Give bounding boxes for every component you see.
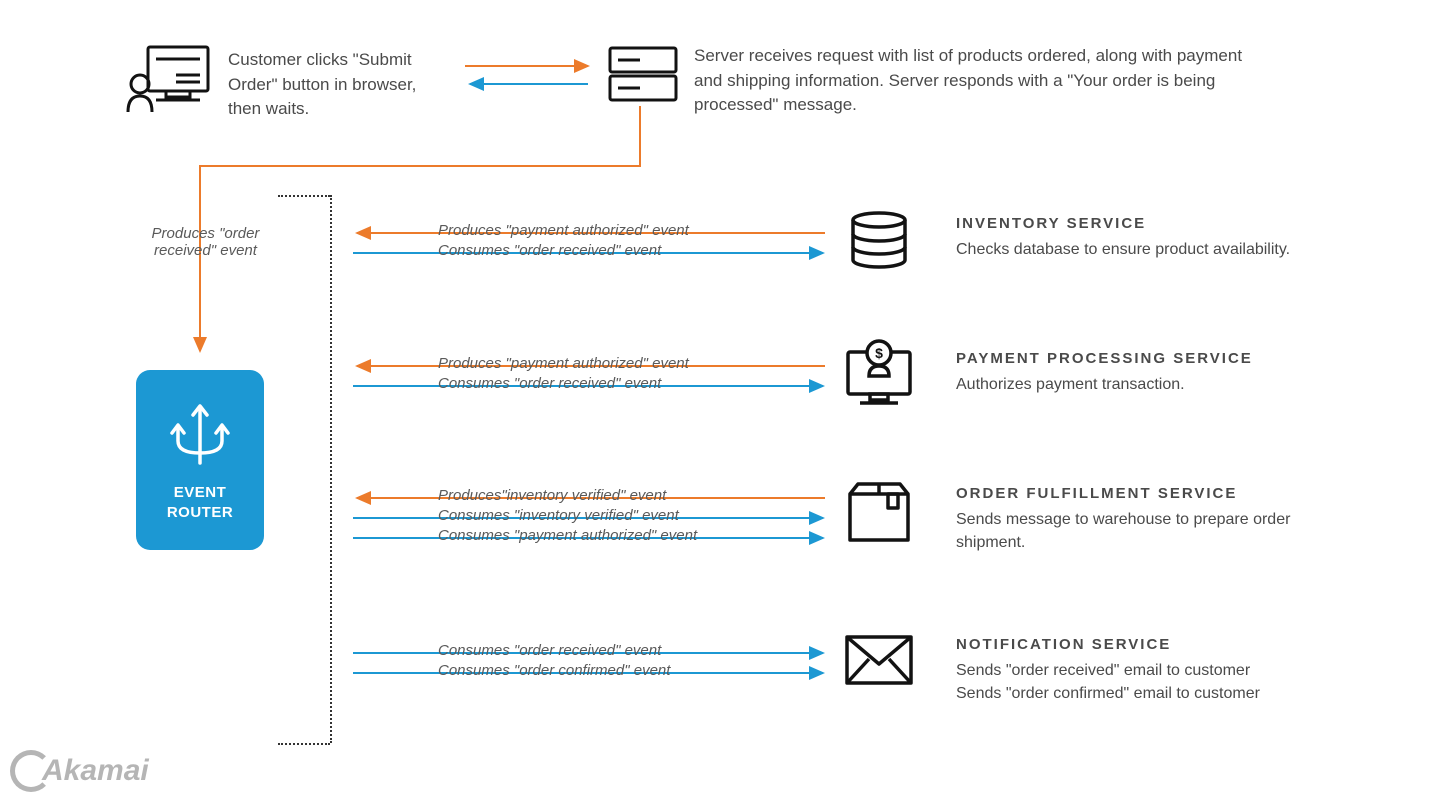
service-2-arrow-2-label: Consumes "order received" event bbox=[438, 375, 661, 392]
svg-text:$: $ bbox=[875, 345, 883, 361]
service-2-block: PAYMENT PROCESSING SERVICE Authorizes pa… bbox=[956, 350, 1356, 396]
service-4-arrow-2-label: Consumes "order confirmed" event bbox=[438, 662, 670, 679]
service-4-desc: Sends "order received" email to customer… bbox=[956, 659, 1376, 705]
customer-icon bbox=[126, 42, 214, 116]
event-router-box: EVENT ROUTER bbox=[136, 370, 264, 550]
payment-icon: $ bbox=[842, 336, 916, 408]
service-3-arrow-2-label: Consumes "inventory verified" event bbox=[438, 507, 679, 524]
service-3-arrow-1-label: Produces"inventory verified" event bbox=[438, 487, 666, 504]
service-1-title: INVENTORY SERVICE bbox=[956, 215, 1356, 232]
dotted-top bbox=[278, 195, 330, 197]
service-1-block: INVENTORY SERVICE Checks database to ens… bbox=[956, 215, 1356, 261]
event-router-line1: EVENT bbox=[174, 483, 227, 503]
event-router-line2: ROUTER bbox=[167, 503, 233, 523]
brand-text: Akamai bbox=[42, 754, 149, 788]
mail-icon bbox=[842, 632, 916, 688]
service-4-block: NOTIFICATION SERVICE Sends "order receiv… bbox=[956, 636, 1376, 705]
database-icon bbox=[846, 210, 912, 272]
service-4-arrow-1-label: Consumes "order received" event bbox=[438, 642, 661, 659]
service-1-arrow-1-label: Produces "payment authorized" event bbox=[438, 222, 689, 239]
top-arrows bbox=[460, 58, 600, 94]
service-4-title: NOTIFICATION SERVICE bbox=[956, 636, 1376, 653]
box-icon bbox=[844, 480, 914, 546]
order-received-label: Produces "order received" event bbox=[148, 225, 263, 259]
service-3-arrow-3-label: Consumes "payment authorized" event bbox=[438, 527, 697, 544]
service-1-desc: Checks database to ensure product availa… bbox=[956, 238, 1356, 261]
server-icon bbox=[606, 44, 680, 106]
service-2-desc: Authorizes payment transaction. bbox=[956, 373, 1356, 396]
service-1-arrow-2-label: Consumes "order received" event bbox=[438, 242, 661, 259]
server-text: Server receives request with list of pro… bbox=[694, 44, 1254, 118]
service-2-arrow-1-label: Produces "payment authorized" event bbox=[438, 355, 689, 372]
service-3-desc: Sends message to warehouse to prepare or… bbox=[956, 508, 1356, 554]
service-3-title: ORDER FULFILLMENT SERVICE bbox=[956, 485, 1356, 502]
dotted-bottom bbox=[278, 743, 330, 745]
dotted-vertical bbox=[330, 195, 332, 743]
trident-icon bbox=[164, 397, 236, 469]
brand-logo: Akamai bbox=[10, 750, 149, 792]
service-3-block: ORDER FULFILLMENT SERVICE Sends message … bbox=[956, 485, 1356, 554]
service-2-title: PAYMENT PROCESSING SERVICE bbox=[956, 350, 1356, 367]
